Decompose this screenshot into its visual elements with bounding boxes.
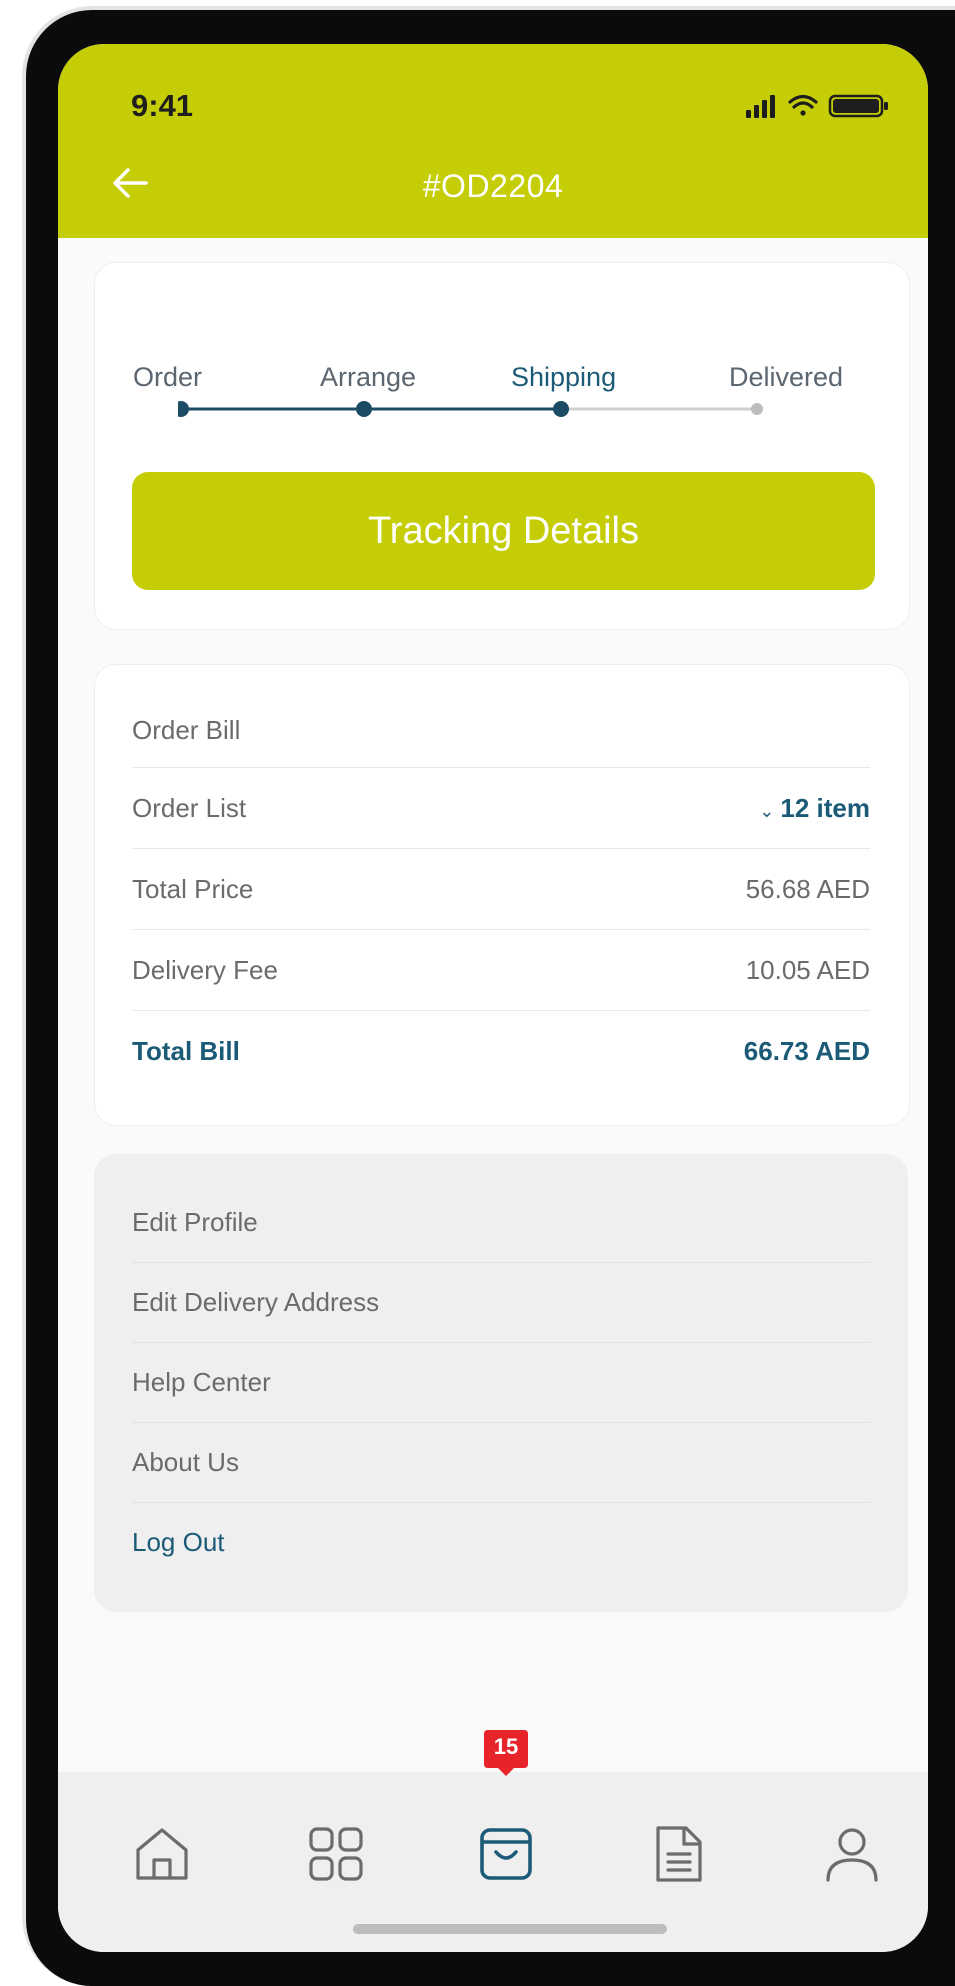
bill-heading: Order Bill <box>132 714 241 745</box>
total-bill-row: Total Bill 66.73 AED <box>132 1011 870 1091</box>
bill-heading-row: Order Bill <box>132 690 870 770</box>
profile-icon[interactable] <box>822 1824 882 1884</box>
tracking-details-button[interactable]: Tracking Details <box>132 472 875 590</box>
battery-icon <box>828 94 888 118</box>
bag-icon[interactable] <box>476 1824 536 1884</box>
step-order: Order <box>133 362 203 392</box>
total-bill-label: Total Bill <box>132 1035 240 1066</box>
total-bill-value: 66.73 AED <box>743 1035 870 1066</box>
cart-badge-count: 15 <box>493 1734 519 1759</box>
order-list-toggle[interactable]: ⌄ 12 item <box>759 793 870 824</box>
progress-dot-order <box>178 401 189 417</box>
status-icons <box>746 94 888 118</box>
menu-about-us[interactable]: About Us <box>132 1422 870 1502</box>
order-list-row[interactable]: Order List ⌄ 12 item <box>132 768 870 848</box>
phone-screen: 9:41 #OD2204 Order Arrange Shipping Deli… <box>58 44 928 1952</box>
order-id-title: #OD2204 <box>422 168 564 204</box>
delivery-fee-label: Delivery Fee <box>132 954 278 985</box>
step-shipping: Shipping <box>511 362 617 392</box>
step-arrange: Arrange <box>320 362 417 392</box>
wifi-icon <box>788 94 818 116</box>
menu-edit-profile[interactable]: Edit Profile <box>132 1182 870 1262</box>
home-icon[interactable] <box>132 1824 192 1884</box>
home-indicator[interactable] <box>353 1924 667 1934</box>
status-time: 9:41 <box>131 88 194 123</box>
app-header: 9:41 #OD2204 <box>58 44 928 238</box>
total-price-label: Total Price <box>132 873 254 904</box>
progress-dot-delivered <box>751 403 763 415</box>
document-icon[interactable] <box>648 1824 708 1884</box>
menu-edit-delivery-address[interactable]: Edit Delivery Address <box>132 1262 870 1342</box>
delivery-fee-value: 10.05 AED <box>745 954 870 985</box>
progress-track <box>178 401 763 417</box>
step-delivered: Delivered <box>729 362 844 392</box>
progress-dot-arrange <box>356 401 372 417</box>
menu-help-center[interactable]: Help Center <box>132 1342 870 1422</box>
chevron-down-icon: ⌄ <box>759 800 775 821</box>
order-list-label: Order List <box>132 792 247 823</box>
signal-icon <box>746 95 775 118</box>
delivery-fee-row: Delivery Fee 10.05 AED <box>132 930 870 1010</box>
progress-dot-shipping <box>553 401 569 417</box>
total-price-row: Total Price 56.68 AED <box>132 849 870 929</box>
order-list-count: 12 item <box>780 792 870 823</box>
grid-icon[interactable] <box>306 1824 366 1884</box>
menu-log-out[interactable]: Log Out <box>132 1502 870 1582</box>
total-price-value: 56.68 AED <box>745 873 870 904</box>
